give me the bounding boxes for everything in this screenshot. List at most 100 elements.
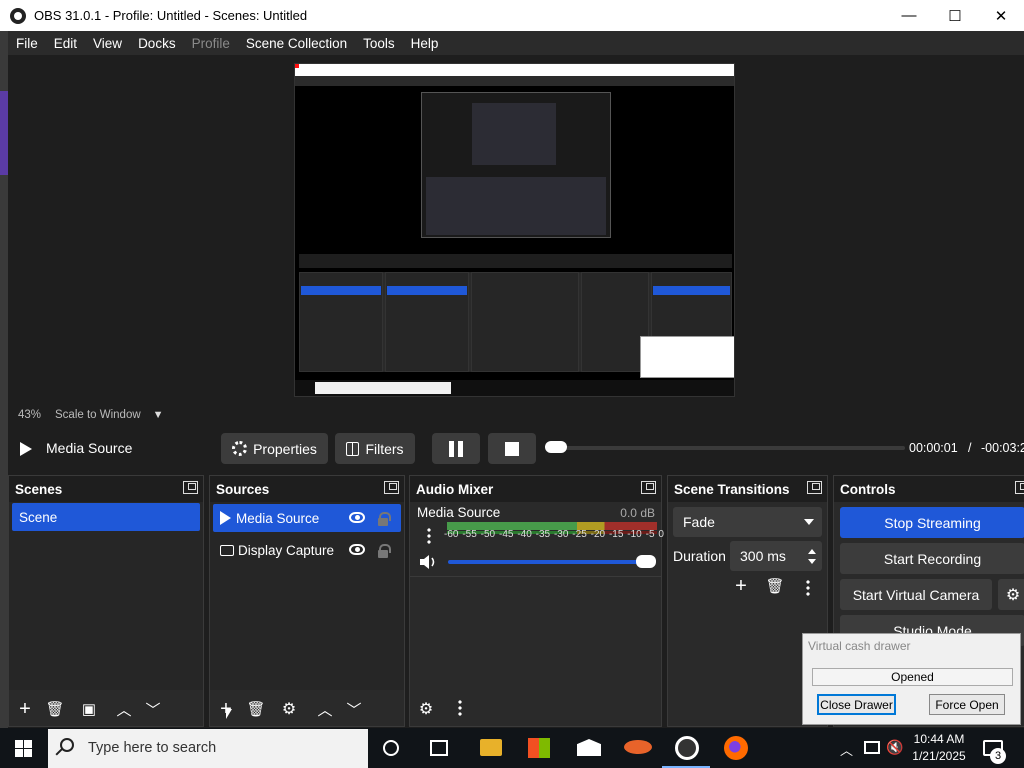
volume-slider-handle[interactable] [636,555,656,568]
stop-streaming-button[interactable]: Stop Streaming [840,507,1024,538]
move-scene-down-button[interactable]: ﹀ [142,698,164,720]
meter-tick: -10 [627,529,642,540]
source-item-media[interactable]: Media Source [213,504,401,532]
media-source-name: Media Source [46,440,133,456]
channel-menu-icon[interactable] [427,527,431,545]
remove-source-button[interactable]: 🗑 [245,698,267,720]
pause-button[interactable] [432,433,480,464]
meter-tick: -20 [590,529,606,540]
move-source-up-button[interactable]: ︿ [314,698,336,720]
virtual-camera-settings-gear-icon[interactable]: ⚙ [998,579,1024,610]
properties-button[interactable]: Properties [221,433,328,464]
advanced-audio-gear-icon[interactable]: ⚙ [415,698,437,720]
move-source-down-button[interactable]: ﹀ [343,698,365,720]
visibility-eye-icon[interactable] [349,512,365,523]
seek-bar[interactable] [549,446,905,450]
undock-icon[interactable] [183,481,198,494]
menu-profile[interactable]: Profile [184,36,238,51]
source-label: Display Capture [238,542,335,558]
menu-file[interactable]: File [8,36,46,51]
menu-scene-collection[interactable]: Scene Collection [238,36,355,51]
preview-canvas[interactable] [294,63,735,397]
volume-slider[interactable] [448,560,652,564]
lock-icon[interactable] [378,544,391,558]
maximize-button[interactable]: ☐ [932,0,978,31]
menu-view[interactable]: View [85,36,130,51]
file-explorer-icon[interactable] [480,739,502,756]
preview-resize-handle[interactable] [295,64,299,68]
undock-icon[interactable] [641,481,656,494]
remove-transition-button[interactable]: 🗑 [764,575,786,597]
scale-mode-label[interactable]: Scale to Window [55,409,141,421]
start-virtual-camera-button[interactable]: Start Virtual Camera [840,579,992,610]
preview-status-row: 43% Scale to Window ▼ [8,405,1024,425]
firefox-icon[interactable] [724,736,748,760]
title-bar: OBS 31.0.1 - Profile: Untitled - Scenes:… [0,0,1024,31]
spin-down-icon[interactable] [808,559,816,564]
move-scene-up-button[interactable]: ︿ [113,698,135,720]
cortana-icon[interactable] [383,740,399,756]
seek-handle[interactable] [545,441,568,453]
taskbar-search-box[interactable]: Type here to search [48,729,368,768]
filters-button[interactable]: Filters [335,433,415,464]
menu-docks[interactable]: Docks [130,36,184,51]
scene-item[interactable]: Scene [12,503,200,531]
windows-start-icon[interactable] [15,740,32,757]
remove-scene-button[interactable]: 🗑 [44,698,66,720]
tray-expand-icon[interactable]: ︿ [840,740,853,759]
sources-list: Media Source Display Capture [210,502,404,690]
force-open-button[interactable]: Force Open [929,694,1005,715]
mail-icon[interactable] [577,739,601,756]
audio-mixer-title: Audio Mixer [416,481,494,497]
undock-icon[interactable] [384,481,399,494]
preview-area[interactable] [8,55,1024,405]
menu-edit[interactable]: Edit [46,36,85,51]
meter-tick: -40 [517,529,532,540]
scale-dropdown-icon[interactable]: ▼ [153,409,164,421]
app-icon[interactable] [624,740,652,754]
pause-icon [449,440,463,457]
elapsed-time: 00:00:01 [909,441,958,455]
audio-mixer-menu-icon[interactable] [458,699,462,717]
play-icon[interactable] [20,442,32,456]
task-view-icon[interactable] [430,740,448,756]
add-transition-button[interactable]: + [730,575,752,597]
obs-taskbar-icon[interactable] [675,736,699,760]
visibility-eye-icon[interactable] [349,544,365,555]
scene-transitions-title: Scene Transitions [674,481,790,497]
start-recording-button[interactable]: Start Recording [840,543,1024,574]
meter-ticks: -60 -55 -50 -45 -40 -35 -30 -25 -20 -15 … [444,529,664,540]
menu-tools[interactable]: Tools [355,36,403,51]
lock-icon[interactable] [378,512,391,526]
zoom-level: 43% [18,409,42,421]
clock-time[interactable]: 10:44 AM [906,732,972,746]
speaker-icon[interactable] [418,553,438,571]
close-button[interactable]: ✕ [978,0,1024,31]
stop-button[interactable] [488,433,536,464]
undock-icon[interactable] [807,481,822,494]
taskbar-search-placeholder: Type here to search [88,740,217,756]
duration-label: Duration [673,548,726,564]
meter-tick: -30 [553,529,569,540]
network-icon[interactable] [864,741,880,754]
clock-date[interactable]: 1/21/2025 [906,749,972,763]
meter-tick: -25 [572,529,587,540]
scene-filters-button[interactable]: ▣ [78,698,100,720]
source-item-display[interactable]: Display Capture [213,536,401,564]
transition-select[interactable]: Fade [673,507,822,537]
close-drawer-button[interactable]: Close Drawer [817,694,896,715]
media-source-icon [220,511,231,525]
meter-tick: -60 [444,529,459,540]
menu-help[interactable]: Help [403,36,447,51]
undock-icon[interactable] [1015,481,1024,494]
source-properties-button[interactable]: ⚙ [278,698,300,720]
controls-dock-header: Controls [834,476,1024,502]
microsoft-store-icon[interactable] [528,738,550,758]
duration-spinbox[interactable]: 300 ms [730,541,822,571]
scenes-dock-header: Scenes [9,476,203,502]
volume-muted-icon[interactable]: 🔇 [886,739,903,756]
minimize-button[interactable]: — [886,0,932,31]
add-scene-button[interactable]: + [14,698,36,720]
spin-up-icon[interactable] [808,549,816,554]
transition-menu-icon[interactable] [806,579,810,597]
